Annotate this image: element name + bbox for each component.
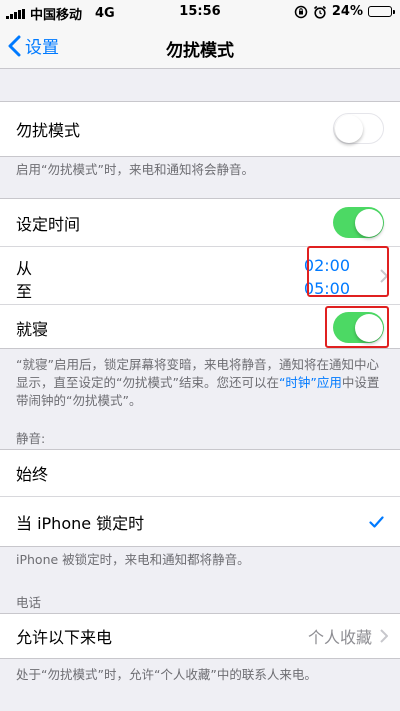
toggle-knob — [354, 313, 383, 342]
time-range-row[interactable]: 从 至 02:00 05:00 — [0, 246, 400, 304]
to-time: 05:00 — [303, 279, 350, 298]
clock-app-link[interactable]: “时钟”应用 — [279, 375, 342, 390]
from-label: 从 — [16, 259, 33, 278]
bedtime-label: 就寝 — [16, 319, 49, 339]
from-time: 02:00 — [303, 256, 350, 275]
alarm-icon — [313, 5, 326, 19]
status-right: 24% — [294, 4, 395, 19]
allow-calls-label: 允许以下来电 — [16, 628, 113, 647]
schedule-label: 设定时间 — [16, 214, 81, 234]
schedule-toggle[interactable] — [333, 207, 384, 238]
battery-percent: 24% — [331, 4, 363, 19]
toggle-knob — [335, 114, 363, 143]
allow-calls-value: 个人收藏 — [307, 628, 372, 647]
phone-header: 电话 — [16, 595, 42, 610]
dnd-group: 勿扰模式 — [0, 101, 400, 157]
dnd-toggle[interactable] — [333, 113, 384, 144]
silence-header: 静音: — [16, 431, 46, 446]
schedule-row: 设定时间 — [0, 199, 400, 246]
phone-group: 允许以下来电 个人收藏 — [0, 613, 400, 659]
schedule-group: 设定时间 从 至 02:00 05:00 就寝 — [0, 198, 400, 349]
silence-group: 始终 当 iPhone 锁定时 — [0, 449, 400, 547]
battery-icon — [368, 6, 395, 17]
locked-label: 当 iPhone 锁定时 — [16, 513, 145, 533]
navigation-bar: 设置 勿扰模式 — [0, 24, 400, 69]
phone-footnote: 处于“勿扰模式”时，允许“个人收藏”中的联系人来电。 — [16, 667, 317, 682]
bedtime-row: 就寝 — [0, 304, 400, 350]
silence-footnote: iPhone 被锁定时，来电和通知都将静音。 — [16, 552, 250, 567]
silence-always-row[interactable]: 始终 — [0, 450, 400, 496]
dnd-footnote: 启用“勿扰模式”时，来电和通知将会静音。 — [16, 162, 254, 177]
dnd-label: 勿扰模式 — [16, 121, 81, 140]
toggle-knob — [354, 208, 383, 237]
chevron-right-icon — [380, 269, 388, 283]
schedule-footnote: “就寝”启用后，锁定屏幕将变暗，来电将静音，通知将在通知中心显示，直至设定的“勿… — [16, 356, 386, 410]
checkmark-icon — [369, 516, 384, 528]
orientation-lock-icon — [294, 5, 308, 18]
status-bar: 中国移动 4G 15:56 24% — [0, 0, 400, 24]
allow-calls-row[interactable]: 允许以下来电 个人收藏 — [0, 614, 400, 658]
bedtime-toggle[interactable] — [333, 312, 384, 343]
page-title: 勿扰模式 — [166, 41, 234, 61]
silence-locked-row[interactable]: 当 iPhone 锁定时 — [0, 496, 400, 546]
chevron-right-icon — [380, 629, 388, 643]
always-label: 始终 — [16, 465, 49, 484]
to-label: 至 — [16, 282, 33, 301]
dnd-row: 勿扰模式 — [0, 102, 400, 156]
